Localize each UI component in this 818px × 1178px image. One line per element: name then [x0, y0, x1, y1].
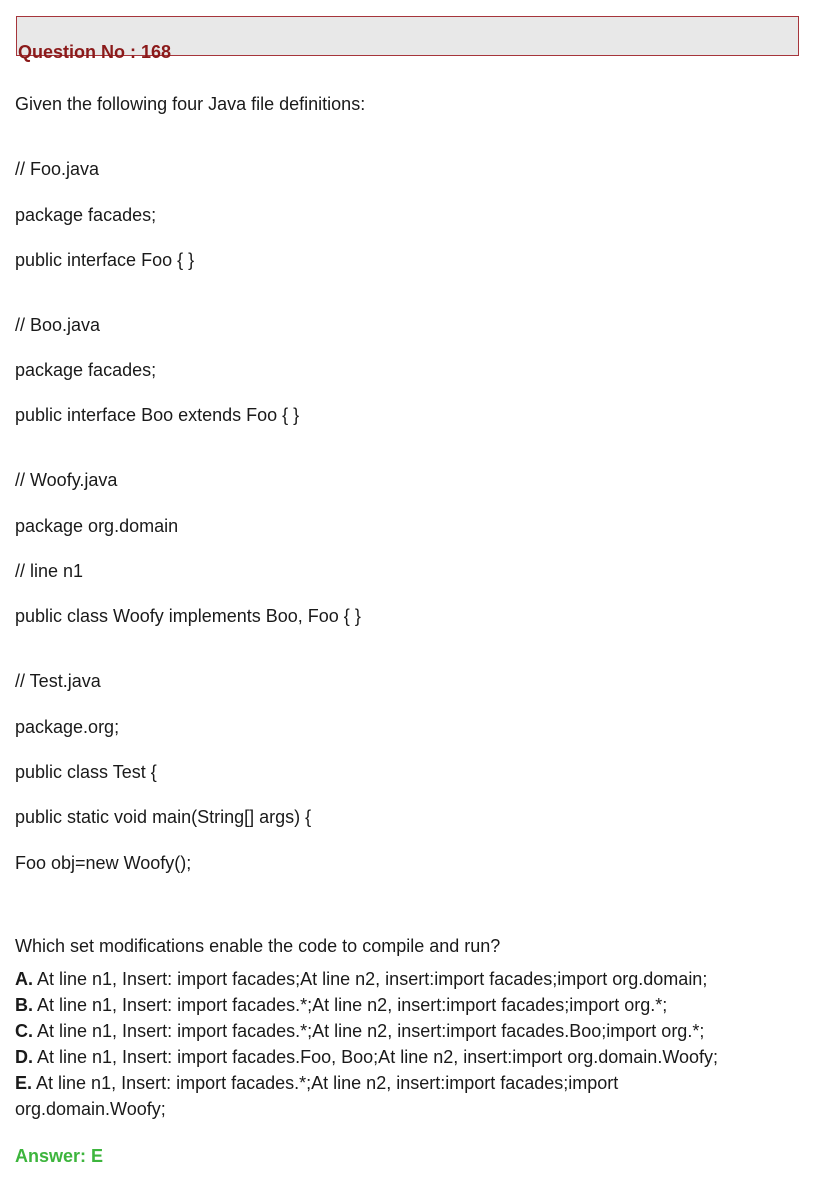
code-line: // Woofy.java — [15, 470, 118, 490]
intro-text: Given the following four Java file defin… — [15, 94, 366, 114]
option-text: At line n1, Insert: import facades.*;At … — [33, 1021, 705, 1041]
answer-option-d: D. At line n1, Insert: import facades.Fo… — [15, 1044, 718, 1070]
code-line: public interface Boo extends Foo { } — [15, 405, 300, 425]
answer-option-e-continuation: org.domain.Woofy; — [15, 1099, 166, 1119]
code-line: // line n1 — [15, 561, 84, 581]
answer-option-e: E. At line n1, Insert: import facades.*;… — [15, 1070, 618, 1096]
code-line: public class Woofy implements Boo, Foo {… — [15, 606, 361, 626]
code-line: package facades; — [15, 205, 157, 225]
option-text: At line n1, Insert: import facades.*;At … — [32, 1073, 619, 1093]
option-letter: D. — [15, 1047, 33, 1067]
code-line: // Boo.java — [15, 315, 101, 335]
option-text: At line n1, Insert: import facades.Foo, … — [33, 1047, 719, 1067]
answer-option-c: C. At line n1, Insert: import facades.*;… — [15, 1018, 704, 1044]
option-letter: C. — [15, 1021, 33, 1041]
answer-option-b: B. At line n1, Insert: import facades.*;… — [15, 992, 667, 1018]
code-line: package.org; — [15, 717, 120, 737]
option-text: At line n1, Insert: import facades.*;At … — [33, 995, 668, 1015]
code-line: public static void main(String[] args) { — [15, 807, 312, 827]
question-number: Question No : 168 — [18, 42, 172, 62]
code-line: // Test.java — [15, 671, 101, 691]
code-line: package facades; — [15, 360, 157, 380]
option-text: At line n1, Insert: import facades;At li… — [33, 969, 708, 989]
code-line: // Foo.java — [15, 159, 100, 179]
option-letter: B. — [15, 995, 33, 1015]
code-line: package org.domain — [15, 516, 179, 536]
correct-answer: Answer: E — [15, 1146, 104, 1166]
question-prompt: Which set modifications enable the code … — [15, 936, 501, 956]
option-letter: E. — [15, 1073, 33, 1093]
code-line: Foo obj=new Woofy(); — [15, 853, 192, 873]
code-line: public class Test { — [15, 762, 157, 782]
option-letter: A. — [15, 969, 33, 989]
answer-option-a: A. At line n1, Insert: import facades;At… — [15, 966, 707, 992]
code-line: public interface Foo { } — [15, 250, 195, 270]
